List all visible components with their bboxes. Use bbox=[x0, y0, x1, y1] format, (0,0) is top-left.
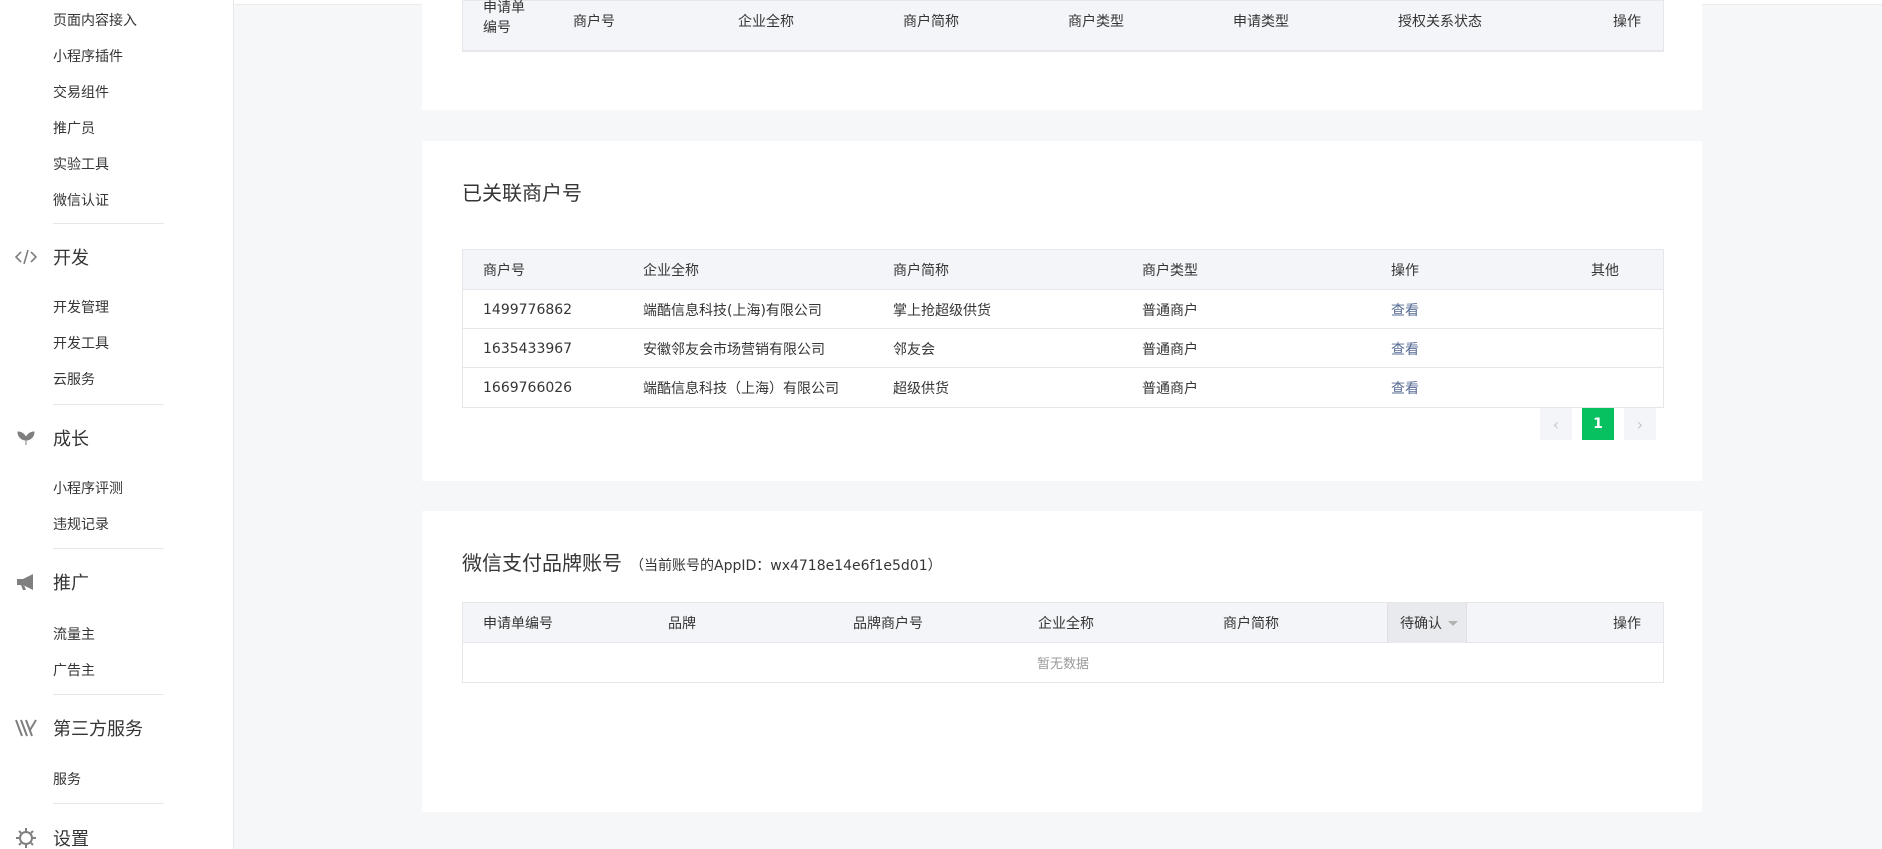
company-name: 端酷信息科技（上海）有限公司 bbox=[643, 380, 839, 397]
linked-merchants-section: 已关联商户号 商户号 企业全称 商户简称 商户类型 操作 其他 14997768… bbox=[422, 141, 1702, 481]
short-name: 邻友会 bbox=[893, 341, 935, 358]
col-company: 企业全称 bbox=[738, 14, 794, 30]
sidebar-item-lab-tools[interactable]: 实验工具 bbox=[53, 154, 109, 174]
view-link[interactable]: 查看 bbox=[1391, 290, 1419, 329]
col-merchant-id: 商户号 bbox=[573, 14, 615, 30]
prev-page-button[interactable]: ‹ bbox=[1540, 408, 1572, 440]
section-title: 微信支付品牌账号 （当前账号的AppID：wx4718e14e6f1e5d01） bbox=[462, 547, 942, 576]
sidebar-item-promoter[interactable]: 推广员 bbox=[53, 118, 95, 138]
linked-merchants-table: 商户号 企业全称 商户简称 商户类型 操作 其他 1499776862 端酷信息… bbox=[462, 249, 1664, 408]
sidebar-divider bbox=[53, 548, 164, 549]
company-name: 端酷信息科技(上海)有限公司 bbox=[643, 302, 822, 319]
sidebar-item-dev-manage[interactable]: 开发管理 bbox=[53, 297, 109, 317]
col-brand-merchant-id: 品牌商户号 bbox=[853, 616, 923, 632]
sidebar-group-growth[interactable]: 成长 bbox=[0, 423, 233, 453]
col-merchant-type: 商户类型 bbox=[1068, 14, 1124, 30]
merchant-id: 1499776862 bbox=[483, 301, 573, 318]
sidebar-group-label: 第三方服务 bbox=[53, 719, 143, 740]
merchant-id: 1635433967 bbox=[483, 340, 573, 357]
merchant-type: 普通商户 bbox=[1142, 302, 1198, 319]
sidebar-divider bbox=[53, 223, 164, 224]
sidebar-divider bbox=[53, 404, 164, 405]
sidebar-group-dev[interactable]: 开发 bbox=[0, 242, 233, 272]
col-apply-id: 申请单编号 bbox=[483, 616, 553, 632]
view-link[interactable]: 查看 bbox=[1391, 329, 1419, 368]
section-title: 已关联商户号 bbox=[462, 181, 582, 205]
megaphone-icon bbox=[14, 570, 38, 594]
sidebar-item-traffic-owner[interactable]: 流量主 bbox=[53, 624, 95, 644]
table-header: 申请单编号 品牌 品牌商户号 企业全称 商户简称 待确认 操作 bbox=[463, 603, 1663, 643]
table-row: 1669766026 端酷信息科技（上海）有限公司 超级供货 普通商户 查看 bbox=[463, 368, 1663, 407]
col-action: 操作 bbox=[1391, 263, 1419, 279]
table-row: 1499776862 端酷信息科技(上海)有限公司 掌上抢超级供货 普通商户 查… bbox=[463, 290, 1663, 329]
col-auth-status: 授权关系状态 bbox=[1398, 14, 1482, 30]
col-action: 操作 bbox=[1613, 616, 1641, 632]
col-short-name: 商户简称 bbox=[893, 263, 949, 279]
sprout-icon bbox=[14, 426, 38, 450]
sidebar-group-label: 成长 bbox=[53, 429, 89, 450]
empty-state: 暂无数据 bbox=[1036, 657, 1089, 672]
col-apply-type: 申请类型 bbox=[1233, 14, 1289, 30]
brand-title: 微信支付品牌账号 bbox=[462, 551, 622, 575]
chevron-down-icon bbox=[1448, 620, 1458, 626]
sidebar-divider bbox=[53, 803, 164, 804]
col-merchant-type: 商户类型 bbox=[1142, 263, 1198, 279]
sidebar-item-cloud[interactable]: 云服务 bbox=[53, 369, 95, 389]
sidebar-item-plugin[interactable]: 小程序插件 bbox=[53, 46, 123, 66]
view-link[interactable]: 查看 bbox=[1391, 368, 1419, 407]
short-name: 超级供货 bbox=[893, 380, 949, 397]
status-filter-value: 待确认 bbox=[1400, 616, 1442, 632]
sidebar-item-page-content[interactable]: 页面内容接入 bbox=[53, 10, 137, 30]
merchant-type: 普通商户 bbox=[1142, 341, 1198, 358]
brand-table: 申请单编号 品牌 品牌商户号 企业全称 商户简称 待确认 操作 暂无数据 bbox=[462, 602, 1664, 683]
sidebar-item-service[interactable]: 服务 bbox=[53, 769, 81, 789]
col-brand: 品牌 bbox=[668, 616, 696, 632]
col-company: 企业全称 bbox=[643, 263, 699, 279]
col-short-name: 商户简称 bbox=[1223, 616, 1279, 632]
merchant-id: 1669766026 bbox=[483, 379, 573, 396]
pagination: ‹ 1 › bbox=[1540, 408, 1656, 440]
merchant-type: 普通商户 bbox=[1142, 380, 1198, 397]
sidebar-item-trade-component[interactable]: 交易组件 bbox=[53, 82, 109, 102]
sidebar-item-evaluation[interactable]: 小程序评测 bbox=[53, 478, 123, 498]
code-icon bbox=[14, 245, 38, 269]
col-merchant-id: 商户号 bbox=[483, 263, 525, 279]
col-company: 企业全称 bbox=[1038, 616, 1094, 632]
sidebar-group-promotion[interactable]: 推广 bbox=[0, 567, 233, 597]
sidebar: 页面内容接入 小程序插件 交易组件 推广员 实验工具 微信认证 开发 开发管理 … bbox=[0, 0, 234, 849]
apply-section: 申请单编号 商户号 企业全称 商户简称 商户类型 申请类型 授权关系状态 操作 bbox=[422, 0, 1702, 110]
brand-account-section: 微信支付品牌账号 （当前账号的AppID：wx4718e14e6f1e5d01） … bbox=[422, 511, 1702, 812]
sidebar-item-wechat-cert[interactable]: 微信认证 bbox=[53, 190, 109, 210]
col-other: 其他 bbox=[1591, 263, 1619, 279]
col-apply-id: 申请单编号 bbox=[483, 0, 525, 36]
sidebar-item-violations[interactable]: 违规记录 bbox=[53, 514, 109, 534]
sidebar-item-advertiser[interactable]: 广告主 bbox=[53, 660, 95, 680]
apply-table-header: 申请单编号 商户号 企业全称 商户简称 商户类型 申请类型 授权关系状态 操作 bbox=[463, 0, 1663, 51]
sidebar-group-settings[interactable]: 设置 bbox=[0, 823, 233, 849]
status-filter-select[interactable]: 待确认 bbox=[1387, 603, 1467, 643]
company-name: 安徽邻友会市场营销有限公司 bbox=[643, 341, 825, 358]
gear-icon bbox=[14, 826, 38, 849]
page-1-button[interactable]: 1 bbox=[1582, 408, 1614, 440]
next-page-button[interactable]: › bbox=[1624, 408, 1656, 440]
table-row: 1635433967 安徽邻友会市场营销有限公司 邻友会 普通商户 查看 bbox=[463, 329, 1663, 368]
short-name: 掌上抢超级供货 bbox=[893, 302, 991, 319]
third-party-icon bbox=[14, 716, 38, 740]
table-header: 商户号 企业全称 商户简称 商户类型 操作 其他 bbox=[463, 250, 1663, 290]
sidebar-group-label: 开发 bbox=[53, 248, 89, 269]
apply-table: 申请单编号 商户号 企业全称 商户简称 商户类型 申请类型 授权关系状态 操作 bbox=[462, 0, 1664, 52]
sidebar-group-label: 设置 bbox=[53, 829, 89, 849]
sidebar-group-label: 推广 bbox=[53, 573, 89, 594]
col-action: 操作 bbox=[1613, 14, 1641, 30]
sidebar-group-third-party[interactable]: 第三方服务 bbox=[0, 713, 233, 743]
sidebar-item-dev-tools[interactable]: 开发工具 bbox=[53, 333, 109, 353]
appid-subtitle: （当前账号的AppID：wx4718e14e6f1e5d01） bbox=[630, 558, 942, 574]
col-short-name: 商户简称 bbox=[903, 14, 959, 30]
sidebar-divider bbox=[53, 694, 164, 695]
